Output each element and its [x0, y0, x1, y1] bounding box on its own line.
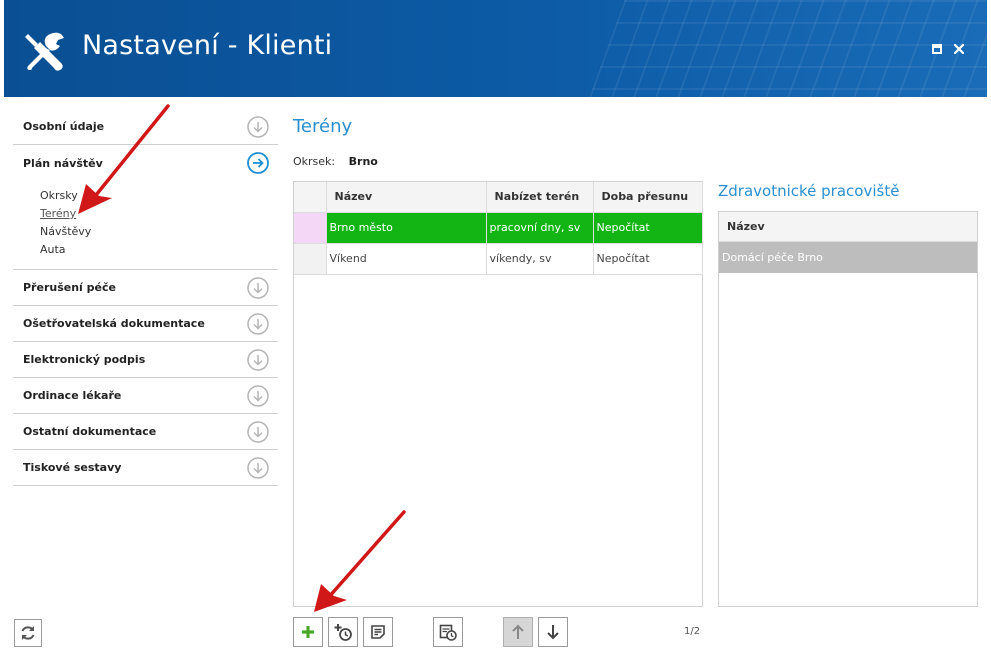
nav-item-label: Ostatní dokumentace [23, 425, 157, 438]
column-header-transfer[interactable]: Doba přesunu [593, 182, 703, 213]
add-time-icon [334, 624, 352, 641]
note-button[interactable] [363, 617, 393, 647]
calendar-clock-icon [439, 624, 457, 641]
nav-item-print-reports[interactable]: Tiskové sestavy [13, 450, 278, 486]
visit-plan-submenu: Okrsky Terény Návštěvy Auta [13, 181, 278, 270]
row-indicator[interactable] [294, 212, 327, 244]
nav-item-label: Ošetřovatelská dokumentace [23, 317, 205, 330]
cell-transfer[interactable]: Nepočítat [593, 243, 703, 275]
arrow-down-circle-icon[interactable] [247, 349, 269, 371]
nav-item-label: Ordinace lékaře [23, 389, 122, 402]
arrow-down-circle-icon[interactable] [247, 277, 269, 299]
workplace-table: Název Domácí péče Brno [718, 211, 978, 607]
nav-item-care-interruption[interactable]: Přerušení péče [13, 270, 278, 306]
nav-item-nursing-docs[interactable]: Ošetřovatelská dokumentace [13, 306, 278, 342]
add-button[interactable] [293, 617, 323, 647]
tools-icon [25, 32, 64, 71]
nav-item-visit-plan[interactable]: Plán návštěv [13, 145, 278, 181]
arrow-down-circle-icon[interactable] [247, 385, 269, 407]
move-up-button[interactable] [503, 617, 533, 647]
nav-item-label: Elektronický podpis [23, 353, 146, 366]
arrow-down-circle-icon[interactable] [247, 313, 269, 335]
table-header-row: Název Nabízet terén Doba přesunu [294, 182, 703, 213]
subitem-terrains[interactable]: Terény [40, 205, 278, 223]
column-header-offer[interactable]: Nabízet terén [486, 182, 594, 213]
settings-nav: Osobní údaje Plán návštěv Okrsky Terény … [13, 109, 278, 486]
table-row[interactable]: Brno město pracovní dny, sv Nepočítat [294, 212, 703, 244]
column-header-name[interactable]: Název [326, 182, 487, 213]
close-icon[interactable] [952, 42, 966, 56]
arrow-down-icon [547, 625, 559, 640]
table-row[interactable]: Víkend víkendy, sv Nepočítat [294, 243, 703, 275]
arrow-down-circle-icon[interactable] [247, 457, 269, 479]
district-value: Brno [348, 155, 378, 168]
note-icon [371, 625, 385, 639]
nav-item-label: Přerušení péče [23, 281, 116, 294]
cell-name[interactable]: Víkend [326, 243, 487, 275]
subitem-cars[interactable]: Auta [40, 241, 278, 259]
header-pattern [589, 0, 987, 97]
page-indicator: 1/2 [684, 626, 701, 637]
arrow-right-circle-icon[interactable] [247, 152, 269, 174]
schedule-button[interactable] [433, 617, 463, 647]
terrains-table: Název Nabízet terén Doba přesunu Brno mě… [293, 181, 703, 607]
arrow-down-circle-icon[interactable] [247, 116, 269, 138]
nav-item-other-docs[interactable]: Ostatní dokumentace [13, 414, 278, 450]
workplace-title: Zdravotnické pracoviště [718, 182, 900, 200]
cell-name[interactable]: Brno město [326, 212, 487, 244]
row-indicator-header [294, 182, 327, 213]
cell-offer[interactable]: víkendy, sv [486, 243, 594, 275]
nav-item-personal[interactable]: Osobní údaje [13, 109, 278, 145]
workplace-column-header[interactable]: Název [719, 212, 977, 242]
cell-offer[interactable]: pracovní dny, sv [486, 212, 594, 244]
add-time-button[interactable] [328, 617, 358, 647]
plus-icon [302, 626, 314, 638]
subitem-visits[interactable]: Návštěvy [40, 223, 278, 241]
nav-item-label: Osobní údaje [23, 120, 105, 133]
row-indicator[interactable] [294, 243, 327, 275]
district-row: Okrsek: Brno [293, 155, 378, 168]
district-label: Okrsek: [293, 155, 336, 168]
refresh-icon [21, 626, 35, 640]
table-row[interactable]: Domácí péče Brno [719, 242, 977, 273]
window-title: Nastavení - Klienti [82, 30, 333, 61]
nav-item-e-signature[interactable]: Elektronický podpis [13, 342, 278, 378]
arrow-up-icon [512, 624, 524, 639]
refresh-button[interactable] [14, 619, 42, 647]
cell-transfer[interactable]: Nepočítat [593, 212, 703, 244]
move-down-button[interactable] [538, 617, 568, 647]
nav-item-doctor-office[interactable]: Ordinace lékaře [13, 378, 278, 414]
title-bar: Nastavení - Klienti [4, 0, 987, 97]
nav-item-label: Tiskové sestavy [23, 461, 122, 474]
subitem-districts[interactable]: Okrsky [40, 187, 278, 205]
maximize-icon[interactable] [930, 42, 944, 56]
nav-item-label: Plán návštěv [23, 156, 103, 170]
arrow-down-circle-icon[interactable] [247, 421, 269, 443]
page-title: Terény [293, 116, 353, 137]
